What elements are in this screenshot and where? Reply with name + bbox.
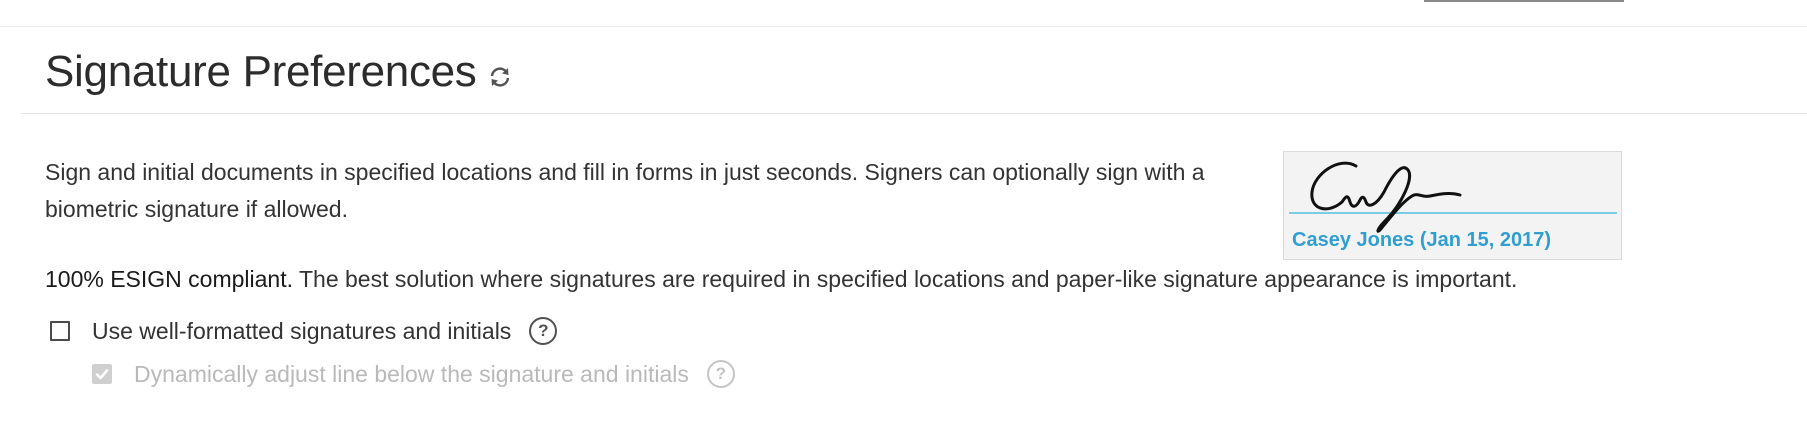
signature-sample: Casey Jones (Jan 15, 2017) <box>1283 151 1622 260</box>
compliance-bold: 100% ESIGN compliant. <box>45 266 294 292</box>
compliance-statement: 100% ESIGN compliant. The best solution … <box>45 262 1695 296</box>
well-formatted-label[interactable]: Use well-formatted signatures and initia… <box>92 318 511 345</box>
option-well-formatted: Use well-formatted signatures and initia… <box>50 313 558 349</box>
compliance-text: The best solution where signatures are r… <box>293 266 1518 292</box>
top-divider <box>0 26 1807 27</box>
well-formatted-checkbox[interactable] <box>50 321 70 341</box>
help-icon[interactable]: ? <box>529 317 558 345</box>
option-dynamic-line: Dynamically adjust line below the signat… <box>92 356 735 392</box>
refresh-icon-graphic <box>490 67 509 87</box>
checkmark-icon <box>95 369 109 380</box>
section-header: Signature Preferences <box>45 42 513 102</box>
active-tab-underline <box>1424 0 1624 2</box>
header-divider <box>21 113 1807 114</box>
help-icon[interactable]: ? <box>706 360 735 388</box>
dynamic-line-checkbox <box>92 364 112 384</box>
dynamic-line-label: Dynamically adjust line below the signat… <box>134 360 689 387</box>
section-description: Sign and initial documents in specified … <box>45 159 1205 222</box>
page-title: Signature Preferences <box>45 47 477 96</box>
signature-preferences-page: Signature Preferences Sign and initial d… <box>0 0 1807 430</box>
signature-caption: Casey Jones (Jan 15, 2017) <box>1292 229 1552 251</box>
refresh-icon[interactable] <box>487 64 513 90</box>
